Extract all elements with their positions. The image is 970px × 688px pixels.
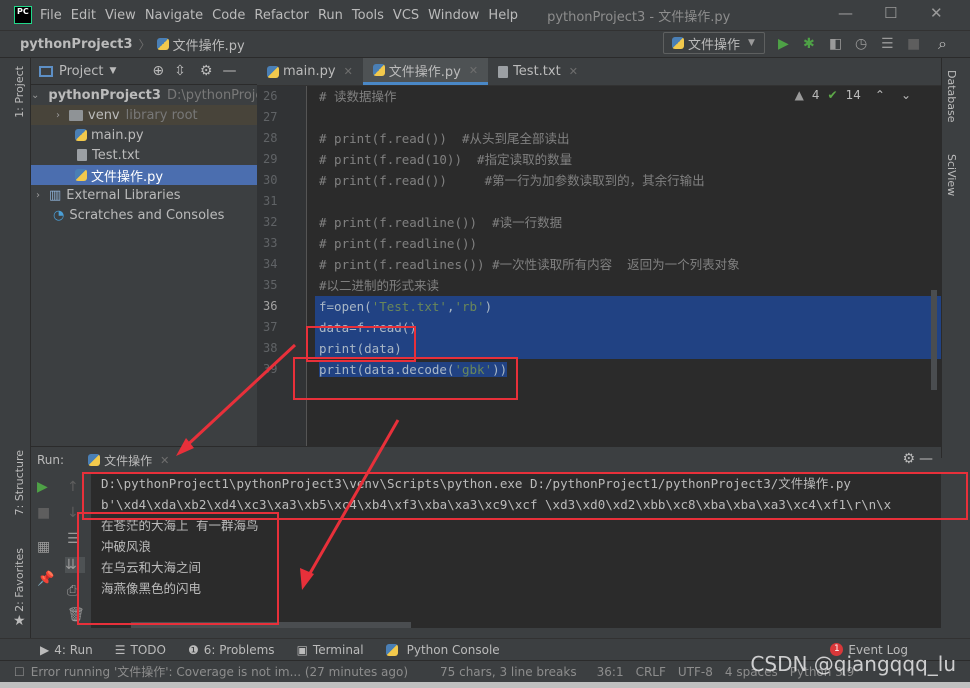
desktop-background	[0, 682, 970, 688]
annotation-arrows	[176, 343, 400, 590]
annotation-arrow	[303, 419, 400, 583]
annotation-arrow	[180, 343, 297, 452]
watermark: CSDN @qiangqqq_lu	[750, 652, 956, 676]
